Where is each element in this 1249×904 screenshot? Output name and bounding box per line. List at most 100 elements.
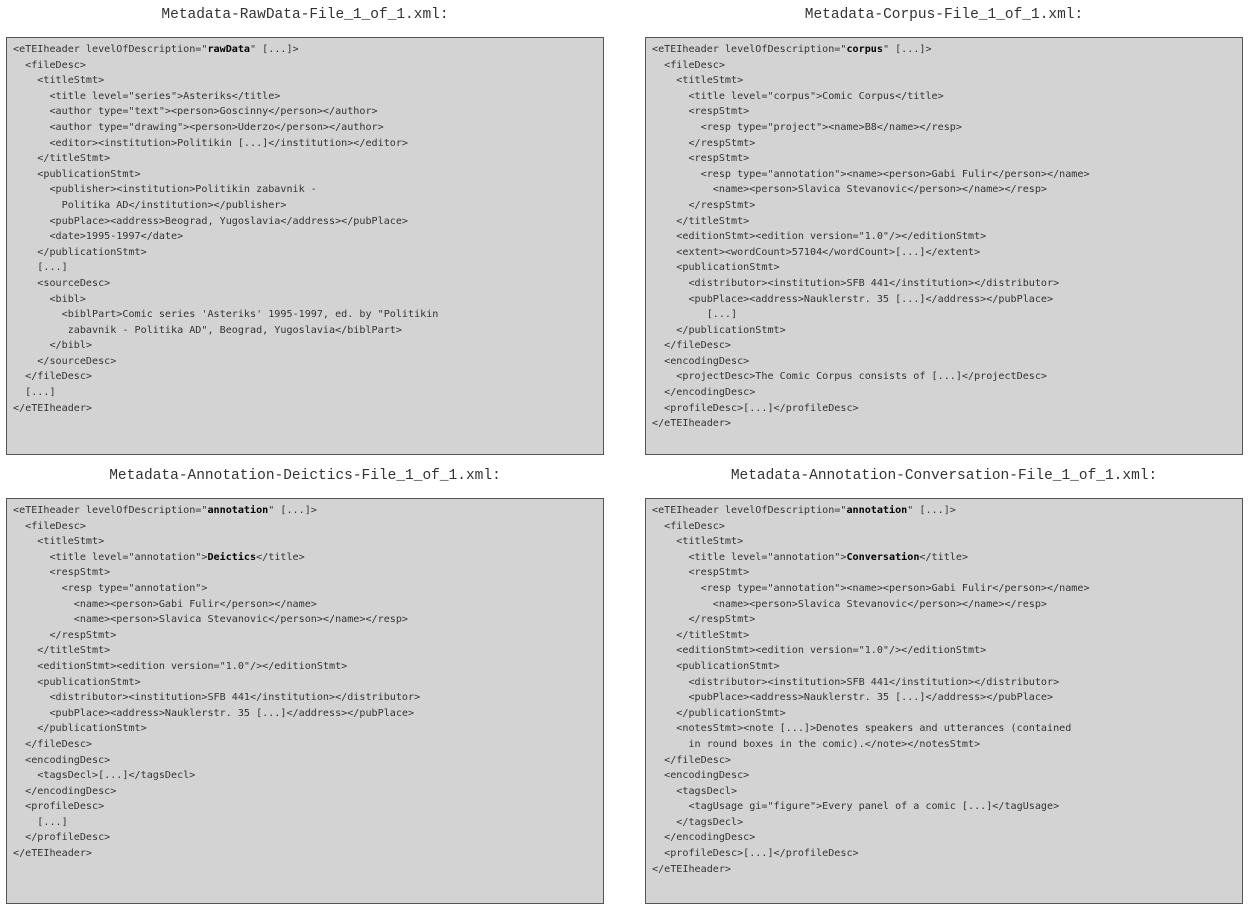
code-text: Politika AD</institution></publisher> (13, 199, 287, 211)
code-line: [...] (652, 307, 1236, 323)
code-line: </eTEIheader> (13, 846, 597, 862)
code-text: <profileDesc>[...]</profileDesc> (652, 848, 859, 860)
code-text: </titleStmt> (652, 215, 750, 227)
code-line: </titleStmt> (652, 214, 1236, 230)
code-line: <name><person>Slavica Stevanovic</person… (13, 612, 597, 628)
code-line: <name><person>Slavica Stevanovic</person… (652, 597, 1236, 613)
code-text: <distributor><institution>SFB 441</insti… (652, 277, 1060, 289)
code-text: <fileDesc> (652, 520, 725, 532)
code-text: </publicationStmt> (13, 723, 147, 735)
code-line: <publicationStmt> (13, 675, 597, 691)
code-line: <fileDesc> (652, 519, 1236, 535)
code-line: <title level="annotation">Deictics</titl… (13, 550, 597, 566)
code-text: </publicationStmt> (652, 707, 786, 719)
code-text: <titleStmt> (13, 536, 105, 548)
code-line: </publicationStmt> (13, 245, 597, 261)
code-line: <title level="annotation">Conversation</… (652, 550, 1236, 566)
code-line: <distributor><institution>SFB 441</insti… (13, 690, 597, 706)
code-line: <respStmt> (13, 565, 597, 581)
code-text: </fileDesc> (13, 371, 93, 383)
code-line: </publicationStmt> (652, 323, 1236, 339)
xml-code-box: <eTEIheader levelOfDescription="annotati… (6, 498, 604, 904)
code-line: </fileDesc> (13, 737, 597, 753)
code-text: <editor><institution>Politikin [...]</in… (13, 137, 409, 149)
code-line: <editionStmt><edition version="1.0"/></e… (652, 643, 1236, 659)
code-text: <resp type="annotation"><name><person>Ga… (652, 168, 1090, 180)
code-line: </profileDesc> (13, 830, 597, 846)
code-line: <distributor><institution>SFB 441</insti… (652, 276, 1236, 292)
code-text: <fileDesc> (13, 520, 86, 532)
code-line: <publisher><institution>Politikin zabavn… (13, 182, 597, 198)
code-text: <tagUsage gi="figure">Every panel of a c… (652, 801, 1060, 813)
code-text: <resp type="project"><name>B8</name></re… (652, 121, 962, 133)
code-text: <date>1995-1997</date> (13, 231, 184, 243)
code-line: <title level="corpus">Comic Corpus</titl… (652, 89, 1236, 105)
code-text: <encodingDesc> (13, 754, 111, 766)
code-text: [...] (13, 387, 56, 399)
code-text: </eTEIheader> (652, 418, 732, 430)
code-text: <extent><wordCount>57104</wordCount>[...… (652, 246, 981, 258)
code-line: <author type="drawing"><person>Uderzo</p… (13, 120, 597, 136)
code-text: <titleStmt> (652, 75, 744, 87)
code-text: </tagsDecl> (652, 816, 744, 828)
xml-code-box: <eTEIheader levelOfDescription="rawData"… (6, 37, 604, 455)
code-text: <name><person>Slavica Stevanovic</person… (652, 184, 1048, 196)
code-text: <notesStmt><note [...]>Denotes speakers … (652, 723, 1072, 735)
code-text: <titleStmt> (652, 536, 744, 548)
code-line: zabavnik - Politika AD", Beograd, Yugosl… (13, 323, 597, 339)
code-line: <tagsDecl>[...]</tagsDecl> (13, 768, 597, 784)
code-text: </bibl> (13, 340, 93, 352)
code-line: <resp type="annotation"><name><person>Ga… (652, 167, 1236, 183)
code-text: <editionStmt><edition version="1.0"/></e… (652, 231, 987, 243)
code-line: <extent><wordCount>57104</wordCount>[...… (652, 245, 1236, 261)
code-line: <title level="series">Asteriks</title> (13, 89, 597, 105)
code-text: <encodingDesc> (652, 770, 750, 782)
code-text: <title level="corpus">Comic Corpus</titl… (652, 90, 944, 102)
code-line: </fileDesc> (13, 369, 597, 385)
code-line: <editor><institution>Politikin [...]</in… (13, 136, 597, 152)
code-line: <editionStmt><edition version="1.0"/></e… (13, 659, 597, 675)
code-text: <title level="annotation"> (13, 551, 208, 563)
code-line: <resp type="annotation"><name><person>Ga… (652, 581, 1236, 597)
code-text: <eTEIheader levelOfDescription=" (13, 44, 208, 55)
code-text: <respStmt> (13, 567, 111, 579)
code-text: <author type="drawing"><person>Uderzo</p… (13, 121, 384, 133)
code-line: <profileDesc>[...]</profileDesc> (652, 401, 1236, 417)
code-text: <publicationStmt> (13, 676, 141, 688)
code-line: <resp type="project"><name>B8</name></re… (652, 120, 1236, 136)
code-text: <respStmt> (652, 106, 750, 118)
highlighted-value: annotation (846, 505, 908, 516)
code-text: <respStmt> (652, 153, 750, 165)
code-line: </fileDesc> (652, 338, 1236, 354)
code-line: </eTEIheader> (652, 862, 1236, 878)
code-text: <editionStmt><edition version="1.0"/></e… (652, 645, 987, 657)
code-line: [...] (13, 260, 597, 276)
code-line: </encodingDesc> (652, 385, 1236, 401)
code-text: <pubPlace><address>Nauklerstr. 35 [...]<… (652, 692, 1054, 704)
code-text: </respStmt> (652, 614, 756, 626)
metadata-conversation-panel: Metadata-Annotation-Conversation-File_1_… (645, 461, 1243, 904)
code-line: <name><person>Slavica Stevanovic</person… (652, 182, 1236, 198)
code-line: </titleStmt> (13, 151, 597, 167)
code-line: <bibl> (13, 292, 597, 308)
code-text: <titleStmt> (13, 75, 105, 87)
code-line: </sourceDesc> (13, 354, 597, 370)
code-text: <name><person>Slavica Stevanovic</person… (652, 598, 1048, 610)
panel-caption: Metadata-Corpus-File_1_of_1.xml: (804, 7, 1084, 23)
code-text: <respStmt> (652, 567, 750, 579)
code-line: </bibl> (13, 338, 597, 354)
code-text: <author type="text"><person>Goscinny</pe… (13, 106, 378, 118)
code-text: <eTEIheader levelOfDescription=" (652, 505, 847, 516)
code-line: <titleStmt> (652, 534, 1236, 550)
code-text: <tagsDecl> (652, 785, 738, 797)
code-text: </respStmt> (13, 629, 117, 641)
code-line: <distributor><institution>SFB 441</insti… (652, 675, 1236, 691)
code-text: [...] (13, 262, 68, 274)
code-text: <pubPlace><address>Nauklerstr. 35 [...]<… (13, 707, 415, 719)
code-text: " [...]> (882, 44, 932, 55)
highlighted-value: Deictics (207, 551, 257, 563)
code-line: <titleStmt> (652, 73, 1236, 89)
code-text: <projectDesc>The Comic Corpus consists o… (652, 371, 1048, 383)
code-line: <pubPlace><address>Nauklerstr. 35 [...]<… (13, 706, 597, 722)
panel-caption: Metadata-RawData-File_1_of_1.xml: (161, 7, 449, 23)
